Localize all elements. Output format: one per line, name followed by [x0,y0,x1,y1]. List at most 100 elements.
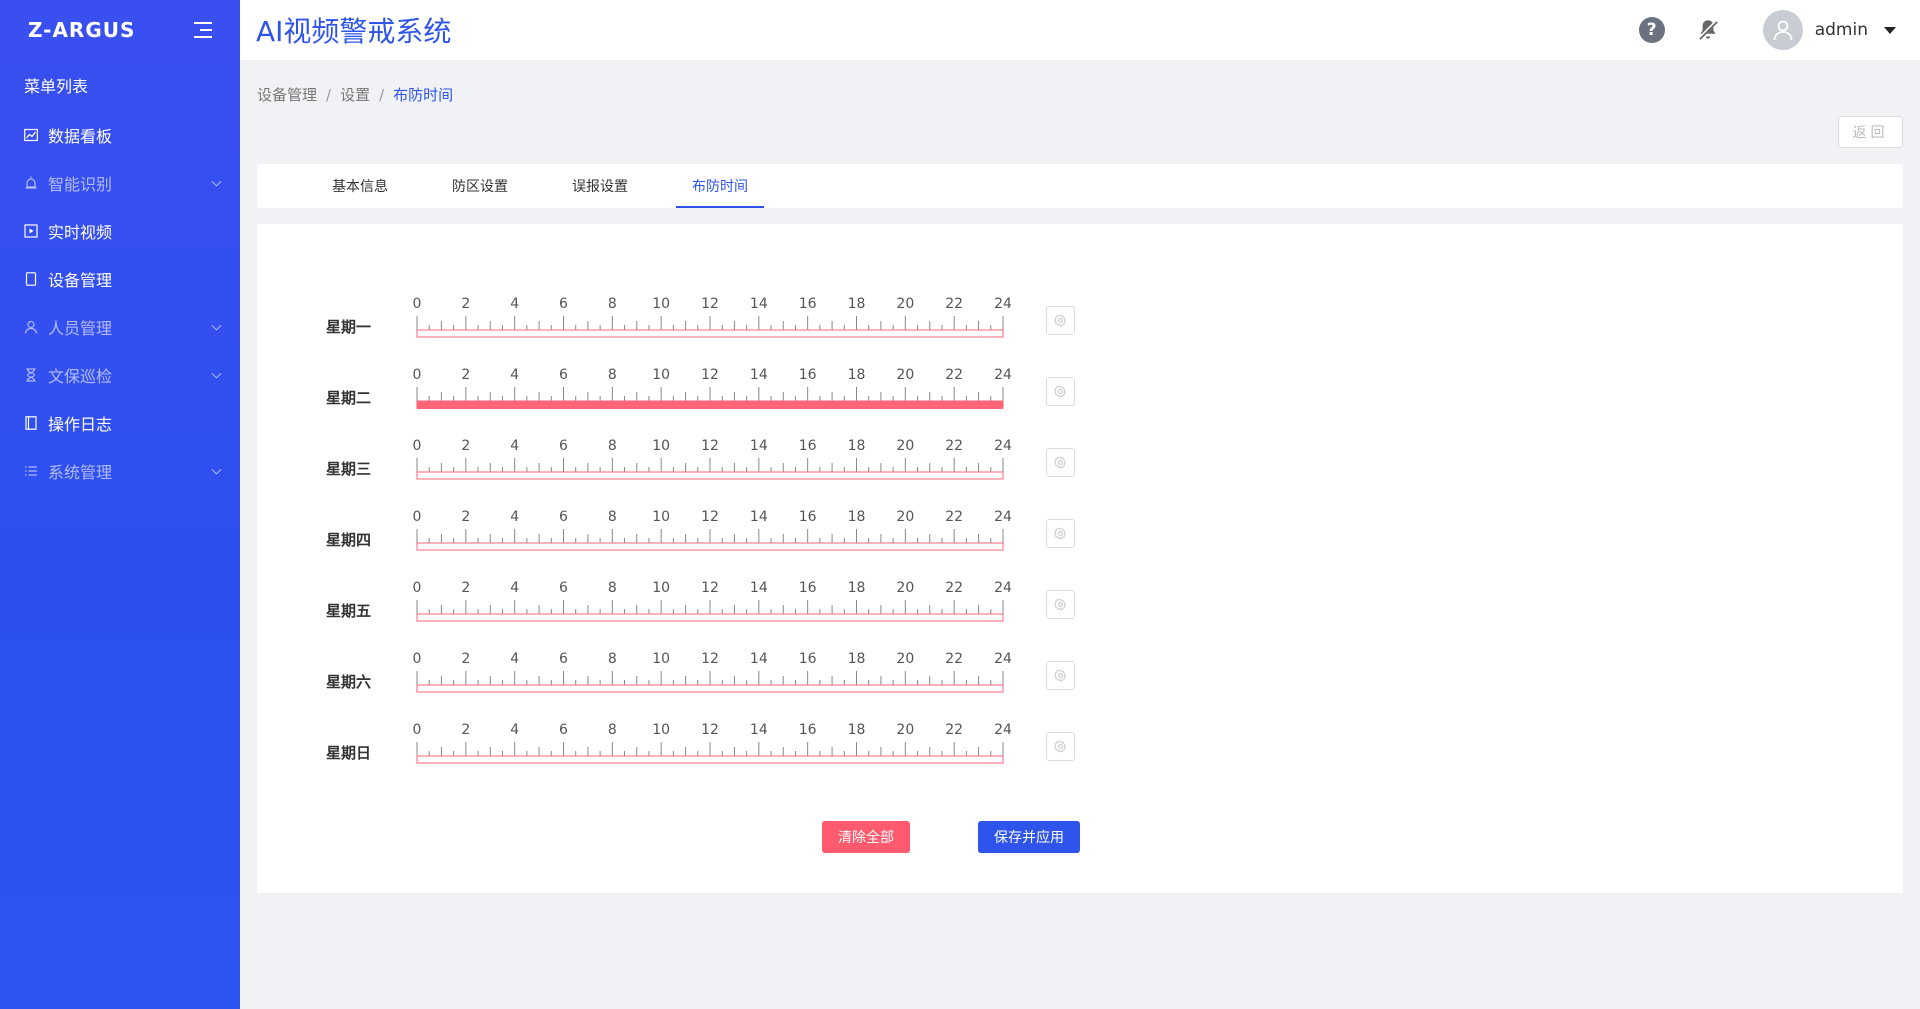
help-icon[interactable]: ? [1638,17,1665,43]
hour-tick-label: 16 [798,722,817,738]
time-ruler[interactable] [416,596,1004,622]
hour-tick-label: 0 [412,438,422,454]
hour-tick-label: 0 [412,367,422,383]
sidebar-item[interactable]: 数据看板 [0,111,240,159]
hour-tick-label: 14 [749,722,768,738]
tab-arming-schedule[interactable]: 布防时间 [676,164,764,208]
hour-tick-label: 8 [607,367,617,383]
sidebar-item[interactable]: 系统管理 [0,447,240,495]
hour-tick-label: 22 [945,580,964,596]
hour-tick-label: 14 [749,651,768,667]
alarm-icon [24,176,38,190]
hour-tick-label: 24 [994,296,1012,312]
hour-tick-label: 0 [412,296,422,312]
hour-tick-label: 14 [749,438,768,454]
hour-tick-label: 0 [412,722,422,738]
time-ruler-track[interactable] [416,329,1004,338]
day-settings-button[interactable] [1046,306,1075,335]
user-menu-caret-icon[interactable] [1884,26,1896,34]
day-settings-button[interactable] [1046,448,1075,477]
hour-tick-label: 20 [896,722,915,738]
hour-tick-label: 2 [461,367,471,383]
hourglass-icon [24,368,38,382]
day-label: 星期四 [326,531,372,549]
hour-tick-label: 8 [607,438,617,454]
hour-tick-label: 2 [461,438,471,454]
tab-false-alarm-settings[interactable]: 误报设置 [572,164,628,208]
breadcrumb-separator: / [379,85,385,104]
hour-tick-label: 16 [798,509,817,525]
day-settings-button[interactable] [1046,661,1075,690]
day-settings-button[interactable] [1046,732,1075,761]
time-ruler-track[interactable] [416,471,1004,480]
time-ruler[interactable] [416,454,1004,480]
avatar[interactable] [1762,10,1803,50]
day-settings-button[interactable] [1046,377,1075,406]
menu-collapse-icon[interactable] [194,22,212,38]
tab-zone-settings[interactable]: 防区设置 [452,164,508,208]
sidebar-item-label: 人员管理 [48,319,113,338]
menu-header: 菜单列表 [24,77,89,96]
hour-tick-label: 10 [652,438,671,454]
hour-tick-label: 20 [896,367,915,383]
hour-tick-label: 2 [461,722,471,738]
hour-tick-label: 18 [847,651,866,667]
save-apply-button[interactable]: 保存并应用 [978,821,1080,853]
sidebar-item[interactable]: 操作日志 [0,399,240,447]
user-icon [24,320,38,334]
breadcrumb-current: 布防时间 [393,86,454,104]
username[interactable]: admin [1815,20,1868,40]
time-ruler-track[interactable] [416,613,1004,622]
hour-tick-label: 14 [749,509,768,525]
notification-muted-icon[interactable] [1695,17,1721,43]
time-ruler[interactable] [416,312,1004,338]
hour-tick-label: 8 [607,651,617,667]
gear-icon [1054,527,1067,540]
hour-tick-label: 20 [896,438,915,454]
time-ruler-track[interactable] [416,542,1004,551]
day-settings-button[interactable] [1046,590,1075,619]
chart-line-icon [24,128,38,142]
sidebar: Z-ARGUS 菜单列表 数据看板 智能识别 实时视频 设备管理 人员管理 文保巡检 操作日… [0,0,240,1009]
hour-tick-label: 0 [412,651,422,667]
time-ruler[interactable] [416,738,1004,764]
time-ruler-track[interactable] [416,755,1004,764]
time-ruler[interactable] [416,667,1004,693]
hour-tick-label: 12 [701,580,719,596]
hour-tick-label: 16 [798,651,817,667]
hour-tick-label: 16 [798,438,817,454]
sidebar-item[interactable]: 智能识别 [0,159,240,207]
sidebar-item[interactable]: 人员管理 [0,303,240,351]
breadcrumb-item[interactable]: 设置 [340,84,370,105]
hour-tick-label: 18 [847,509,866,525]
hour-tick-label: 4 [510,509,520,525]
breadcrumb-item[interactable]: 设备管理 [257,84,317,105]
hour-tick-label: 24 [994,367,1012,383]
time-ruler[interactable] [416,525,1004,551]
day-settings-button[interactable] [1046,519,1075,548]
user-avatar-icon [1773,20,1793,41]
hour-tick-label: 24 [994,580,1012,596]
time-ruler-track[interactable] [416,684,1004,693]
hour-tick-label: 10 [652,580,671,596]
sidebar-item[interactable]: 文保巡检 [0,351,240,399]
sidebar-item[interactable]: 设备管理 [0,255,240,303]
hour-tick-label: 2 [461,580,471,596]
time-ruler[interactable] [416,383,1004,409]
hour-tick-label: 10 [652,722,671,738]
sidebar-item[interactable]: 实时视频 [0,207,240,255]
header-actions: ? admin [1638,0,1920,60]
day-label: 星期一 [326,318,372,336]
hour-tick-label: 16 [798,296,817,312]
log-book-icon [24,416,38,430]
hour-tick-label: 24 [994,651,1012,667]
back-button[interactable]: 返回 [1838,116,1903,148]
chevron-down-icon [211,464,222,475]
clear-all-button[interactable]: 清除全部 [822,821,910,853]
hour-tick-label: 4 [510,367,520,383]
tab-basic-info[interactable]: 基本信息 [332,164,388,208]
hour-tick-label: 8 [607,722,617,738]
hour-tick-label: 0 [412,509,422,525]
hour-tick-label: 24 [994,509,1012,525]
armed-time-segment[interactable] [417,401,1003,409]
